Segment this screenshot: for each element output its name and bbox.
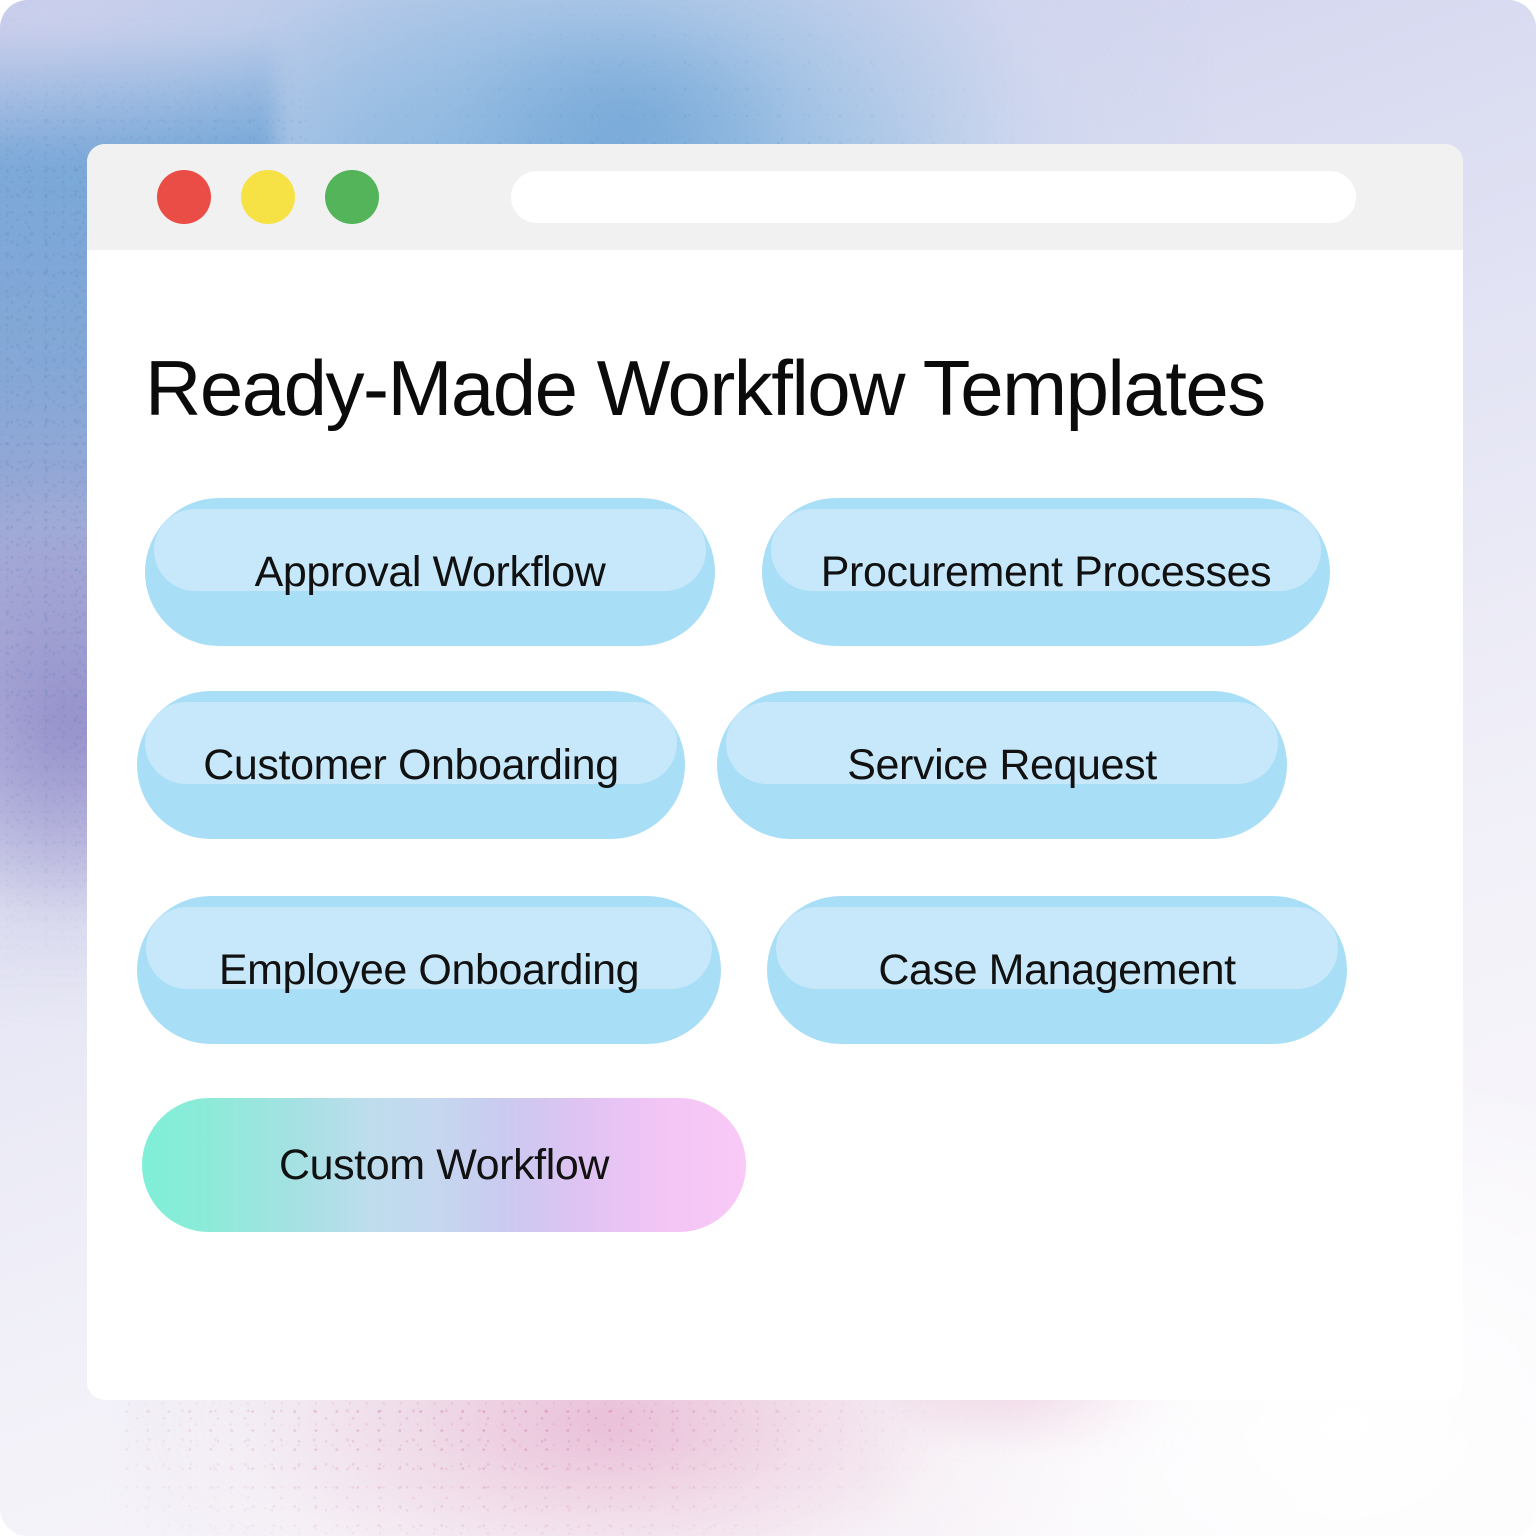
url-input[interactable] (511, 171, 1356, 223)
close-button[interactable] (157, 170, 211, 224)
browser-window: Ready-Made Workflow Templates Approval W… (87, 144, 1463, 1400)
template-label: Case Management (878, 945, 1236, 994)
template-list: Approval Workflow Customer Onboarding Em… (87, 498, 1463, 1238)
template-label: Procurement Processes (820, 547, 1272, 596)
maximize-button[interactable] (325, 170, 379, 224)
browser-titlebar (87, 144, 1463, 250)
template-custom-workflow[interactable]: Custom Workflow (142, 1098, 746, 1233)
template-customer-onboarding[interactable]: Customer Onboarding (137, 691, 685, 840)
template-approval-workflow[interactable]: Approval Workflow (145, 498, 715, 647)
template-label: Service Request (847, 740, 1157, 789)
template-procurement-processes[interactable]: Procurement Processes (762, 498, 1330, 647)
template-label: Custom Workflow (278, 1140, 610, 1189)
page-content: Ready-Made Workflow Templates Approval W… (87, 346, 1463, 1238)
template-label: Employee Onboarding (218, 945, 640, 994)
template-case-management[interactable]: Case Management (767, 896, 1347, 1045)
template-label: Approval Workflow (254, 547, 606, 596)
page-title: Ready-Made Workflow Templates (145, 344, 1266, 432)
template-service-request[interactable]: Service Request (717, 691, 1287, 840)
template-label: Customer Onboarding (203, 740, 619, 789)
template-employee-onboarding[interactable]: Employee Onboarding (137, 896, 721, 1045)
minimize-button[interactable] (241, 170, 295, 224)
